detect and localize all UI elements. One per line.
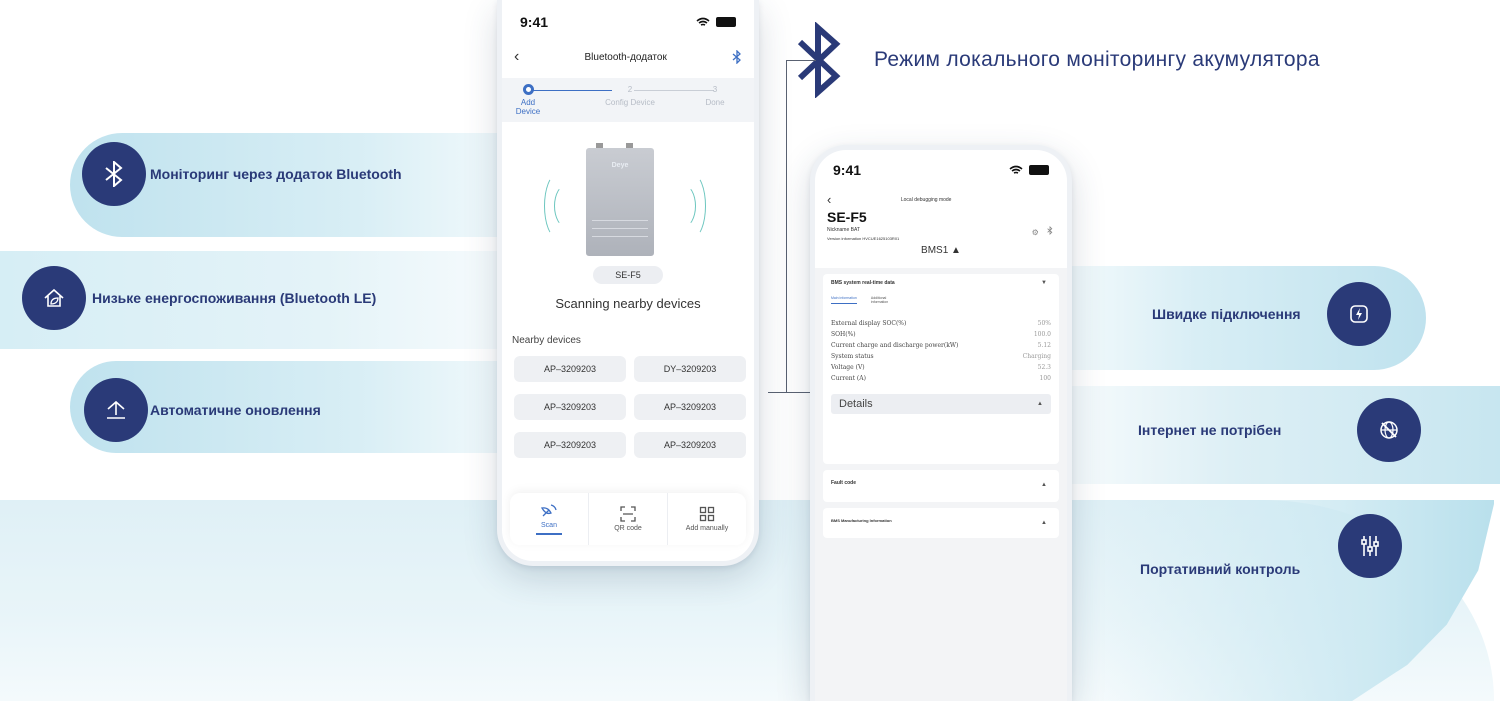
sliders-icon [1338,514,1403,578]
status-bar: 9:41 [502,0,754,30]
step-config-device: 2 Config Device [605,85,655,107]
wifi-icon [1009,165,1023,174]
feature-label: Моніторинг через додаток Bluetooth [150,166,402,182]
bottom-tab-bar: Scan QR code Add manually [510,493,746,545]
phone-local-debugging: 9:41 ‹ Local debugging mode SE-F5 Nickna… [810,145,1072,701]
device-item[interactable]: AP–3209203 [634,394,746,420]
metrics-list: External display SOC(%) 50% SOH(%) 100.0 C… [831,320,1051,386]
connector-line [768,392,786,393]
battery-icon [1029,165,1049,175]
back-icon[interactable]: ‹ [827,192,831,207]
tab-scan[interactable]: Scan [510,493,588,545]
metric-row: Current charge and discharge power(kW) 5.… [831,342,1051,349]
battery-device-image: Deye [586,143,654,256]
device-title: SE-F5 [827,209,867,225]
tab-add-manually[interactable]: Add manually [667,493,746,545]
status-time: 9:41 [833,162,862,178]
device-header: ‹ Local debugging mode SE-F5 Nickname BA… [815,178,1067,278]
nav-title: Local debugging mode [900,196,952,203]
upload-arrow-icon [84,378,148,442]
device-item[interactable]: AP–3209203 [514,432,626,458]
device-illustration: Deye [502,134,754,302]
expand-arrow-icon: ▲ [1041,482,1047,488]
feature-auto-update: Автоматичне оновлення [84,378,321,442]
nav-title: Bluetooth-додаток [584,51,667,63]
feature-bluetooth-monitoring: Моніторинг через додаток Bluetooth [82,142,402,206]
nearby-devices-list: AP–3209203 DY–3209203 AP–3209203 AP–3209… [502,346,754,468]
header-title-group: Режим локального моніторингу акумулятора [786,22,1320,98]
expand-arrow-icon: ▲ [1041,520,1047,526]
feature-label: Низьке енергоспоживання (Bluetooth LE) [92,290,377,306]
content-area: BMS system real-time data ▼ Main informa… [815,268,1067,701]
tab-label: QR code [614,525,642,532]
page-title: Режим локального моніторингу акумулятора [874,48,1320,71]
tab-label: Scan [541,522,557,529]
metric-row: SOH(%) 100.0 [831,331,1051,338]
version-info: Version information HVCUE1625103R01 [827,236,900,241]
status-time: 9:41 [520,14,549,30]
device-item[interactable]: AP–3209203 [634,432,746,458]
feature-label: Інтернет не потрібен [1138,422,1282,438]
tab-main-information[interactable]: Main information [831,296,857,304]
bms-selector[interactable]: BMS1 ▲ [827,245,1055,256]
phone-bluetooth-app: 9:41 ‹ Bluetooth-додаток Add Device 2 Co… [497,0,759,566]
expand-arrow-icon: ▲ [1037,401,1043,407]
connector-line [786,60,816,61]
header-icons: ⚙ [1032,225,1053,237]
bluetooth-icon [82,142,146,206]
feature-label: Швидке підключення [1152,306,1301,322]
connector-line [786,392,812,393]
grid-icon [699,506,715,522]
card-title: BMS system real-time data [831,280,895,286]
feature-label: Автоматичне оновлення [150,402,321,418]
connector-line [786,60,787,392]
tab-additional-information[interactable]: Additional information [871,296,893,304]
collapse-arrow-icon[interactable]: ▼ [1041,280,1047,286]
bluetooth-icon[interactable] [732,50,742,64]
realtime-data-card: BMS system real-time data ▼ Main informa… [823,274,1059,464]
feature-portable-control: Портативний контроль [1140,514,1403,578]
device-brand-logo: Deye [611,162,629,169]
device-item[interactable]: DY–3209203 [634,356,746,382]
step-done: 3 Done [705,85,725,107]
step-add-device: Add Device [508,84,548,116]
details-label: Details [839,398,873,410]
nearby-devices-title: Nearby devices [512,335,581,346]
wifi-icon [696,17,710,26]
qr-scan-icon [620,506,636,522]
metric-row: Current (A) 100 [831,375,1051,382]
house-leaf-icon [22,266,86,330]
feature-no-internet: Інтернет не потрібен [1138,398,1422,462]
device-nickname: Nickname BAT [827,227,860,233]
signal-wave-icon [554,184,580,228]
device-item[interactable]: AP–3209203 [514,356,626,382]
manufacturing-info-card[interactable]: BMS Manufacturing Information ▲ [823,508,1059,538]
back-icon[interactable]: ‹ [514,48,519,66]
info-tabs: Main information Additional information [831,296,1051,304]
feature-low-energy: Низьке енергоспоживання (Bluetooth LE) [22,266,376,330]
card-title: Fault code [831,480,857,486]
battery-icon [716,17,736,27]
connection-status-indicator [1021,197,1055,202]
satellite-dish-icon [540,504,557,517]
fault-code-card[interactable]: Fault code ▲ [823,470,1059,502]
metric-row: Voltage (V) 52.3 [831,364,1051,371]
status-bar: 9:41 [815,150,1067,178]
bluetooth-icon[interactable] [1047,225,1053,236]
metric-row: External display SOC(%) 50% [831,320,1051,327]
device-item[interactable]: AP–3209203 [514,394,626,420]
feature-fast-connection: Швидке підключення [1152,282,1391,346]
lightning-icon [1326,282,1391,346]
metric-row: System status Charging [831,353,1051,360]
no-globe-icon [1357,398,1422,462]
tab-label: Add manually [685,525,729,532]
feature-label: Портативний контроль [1140,561,1301,577]
nav-bar: ‹ Bluetooth-додаток [502,30,754,74]
tab-qr-code[interactable]: QR code [588,493,667,545]
signal-wave-icon [670,184,696,228]
details-toggle[interactable]: Details ▲ [831,394,1051,414]
card-title: BMS Manufacturing Information [831,518,892,523]
stepper: Add Device 2 Config Device 3 Done [502,78,754,122]
settings-icon[interactable]: ⚙ [1032,228,1039,237]
